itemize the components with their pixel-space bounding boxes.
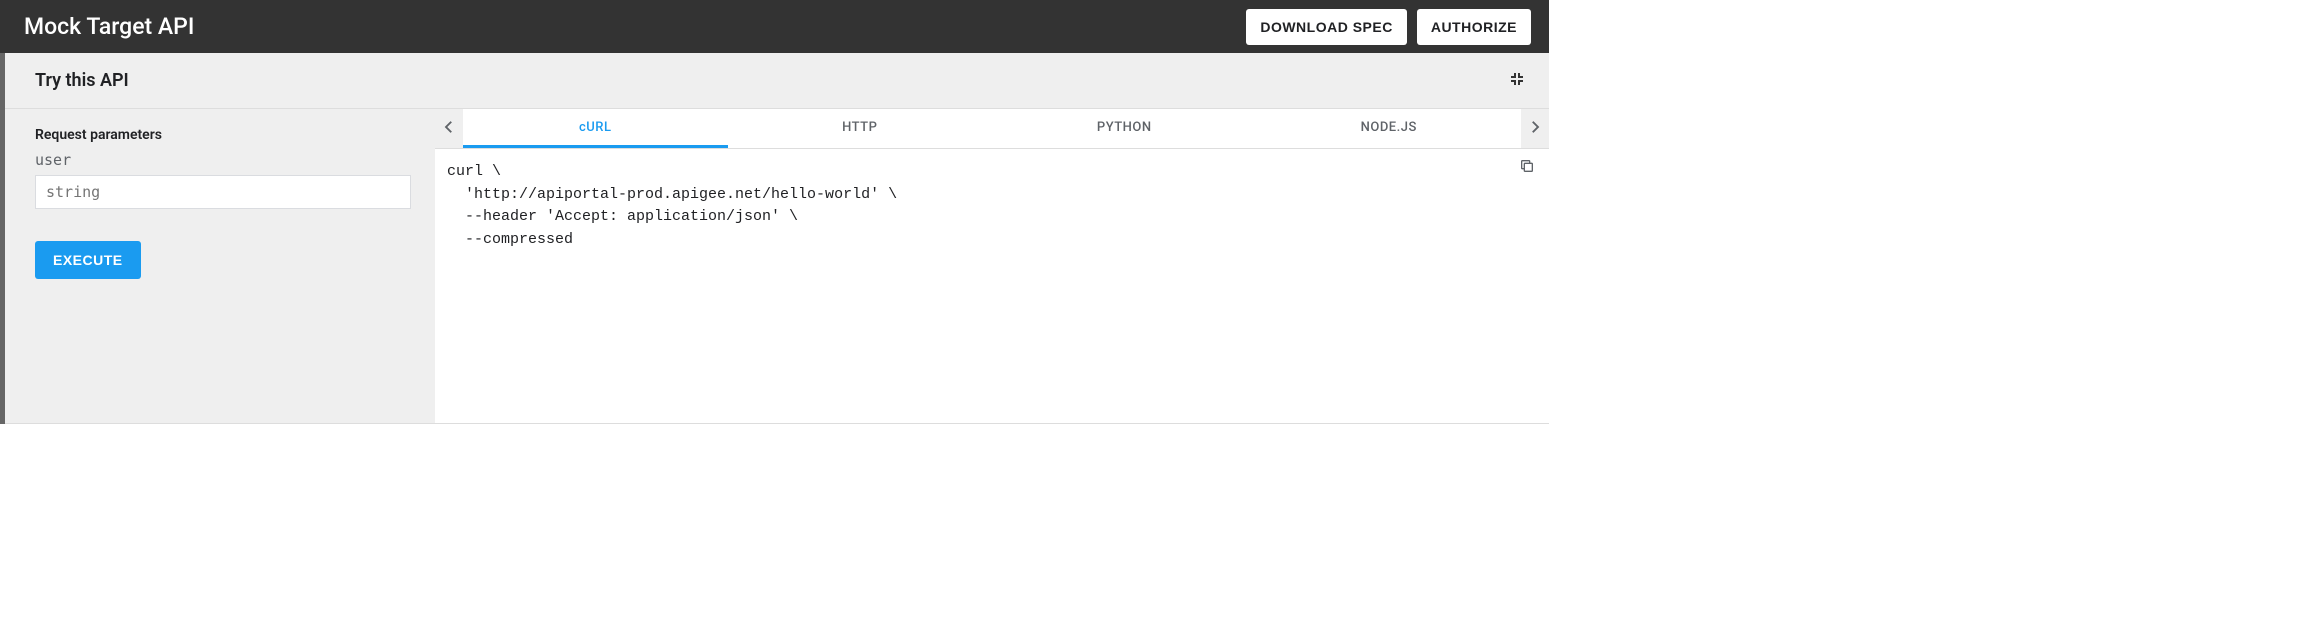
authorize-button[interactable]: AUTHORIZE: [1417, 9, 1531, 45]
panel-header: Try this API: [5, 53, 1549, 109]
app-title: Mock Target API: [24, 13, 194, 40]
copy-code-button[interactable]: [1517, 157, 1537, 177]
panel-body: Request parameters user EXECUTE cURL: [5, 109, 1549, 423]
tab-curl[interactable]: cURL: [463, 109, 728, 148]
topbar: Mock Target API DOWNLOAD SPEC AUTHORIZE: [0, 0, 1549, 53]
collapse-button[interactable]: [1505, 69, 1529, 93]
copy-icon: [1519, 158, 1535, 177]
param-name-label: user: [35, 151, 405, 169]
tabs-row: cURL HTTP PYTHON NODE.JS: [435, 109, 1549, 149]
tab-python[interactable]: PYTHON: [992, 109, 1257, 148]
topbar-buttons: DOWNLOAD SPEC AUTHORIZE: [1246, 9, 1531, 45]
execute-button[interactable]: EXECUTE: [35, 241, 141, 279]
tabs-scroll-right-button[interactable]: [1521, 109, 1549, 148]
param-input-user[interactable]: [35, 175, 411, 209]
request-section-label: Request parameters: [35, 127, 405, 143]
try-api-panel: Try this API Request parameters user: [5, 53, 1549, 424]
download-spec-button[interactable]: DOWNLOAD SPEC: [1246, 9, 1407, 45]
code-pane: cURL HTTP PYTHON NODE.JS: [435, 109, 1549, 423]
request-pane: Request parameters user EXECUTE: [5, 109, 435, 423]
main-panel-wrapper: Try this API Request parameters user: [0, 53, 1549, 424]
code-tabs: cURL HTTP PYTHON NODE.JS: [463, 109, 1521, 148]
panel-title: Try this API: [35, 70, 129, 91]
code-area: curl \ 'http://apiportal-prod.apigee.net…: [435, 149, 1549, 423]
code-snippet: curl \ 'http://apiportal-prod.apigee.net…: [447, 161, 1509, 251]
chevron-right-icon: [1526, 118, 1544, 140]
tab-nodejs[interactable]: NODE.JS: [1257, 109, 1522, 148]
tabs-scroll-left-button[interactable]: [435, 109, 463, 148]
tab-http[interactable]: HTTP: [728, 109, 993, 148]
collapse-icon: [1509, 71, 1525, 90]
chevron-left-icon: [440, 118, 458, 140]
